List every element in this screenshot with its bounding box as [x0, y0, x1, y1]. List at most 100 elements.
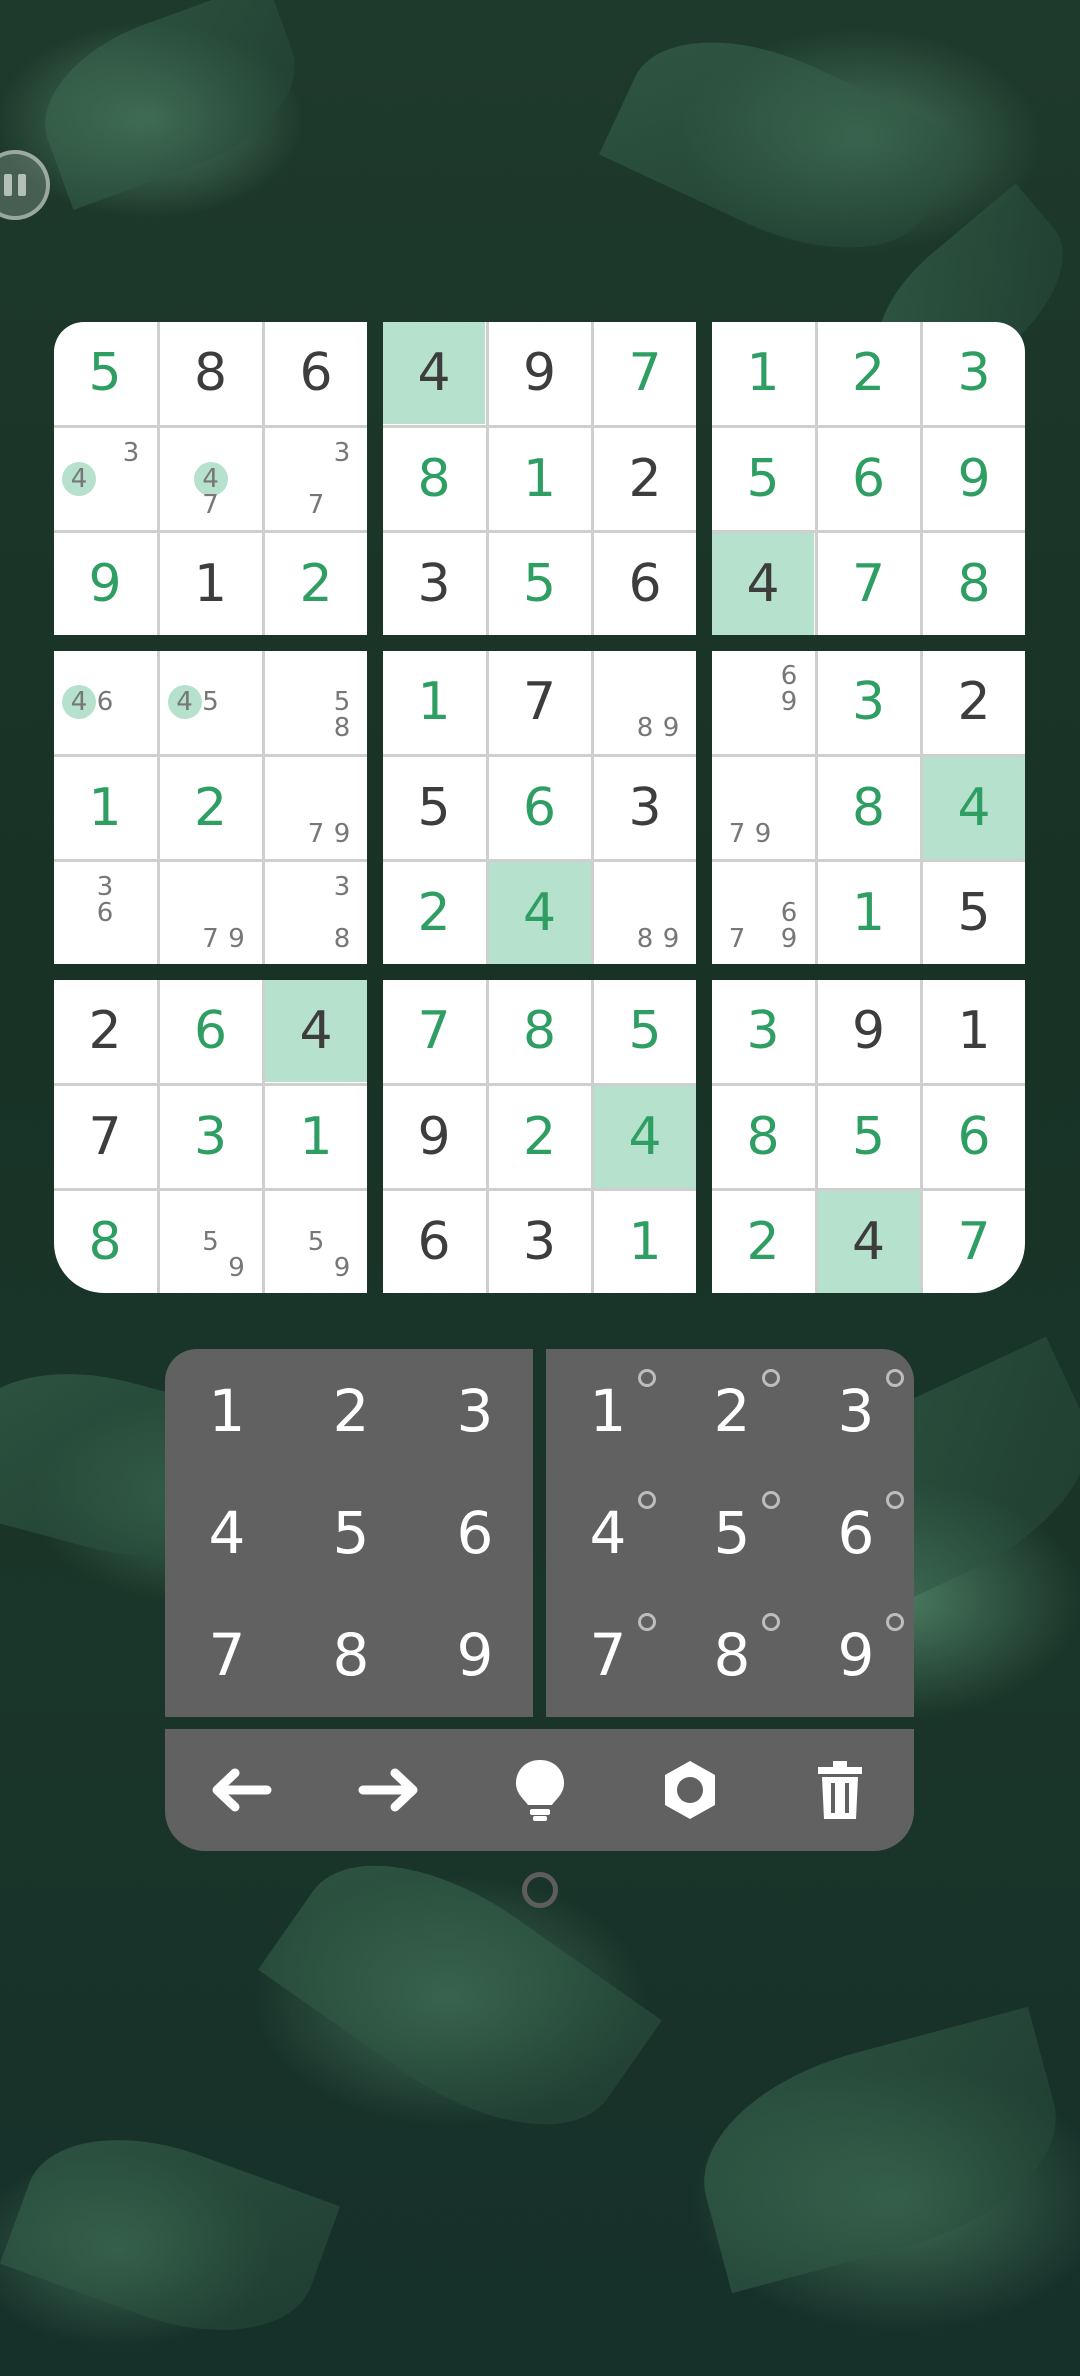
note-key-8[interactable]: 8: [670, 1593, 794, 1717]
sudoku-cell[interactable]: 4: [488, 862, 591, 964]
sudoku-cell[interactable]: 89: [594, 862, 696, 964]
sudoku-cell[interactable]: 6: [489, 757, 591, 859]
sudoku-cell[interactable]: 8: [160, 322, 262, 424]
sudoku-cell[interactable]: 46: [54, 651, 156, 753]
sudoku-cell[interactable]: 8: [923, 533, 1025, 635]
lightbulb-icon[interactable]: [490, 1740, 590, 1840]
sudoku-cell[interactable]: 9: [818, 980, 920, 1082]
sudoku-cell[interactable]: 79: [265, 757, 367, 859]
sudoku-cell[interactable]: 3: [594, 757, 696, 859]
sudoku-cell[interactable]: 9: [489, 322, 591, 424]
sudoku-cell[interactable]: 7: [489, 651, 591, 753]
note-key-7[interactable]: 7: [546, 1593, 670, 1717]
sudoku-cell[interactable]: 6: [594, 533, 696, 635]
sudoku-cell[interactable]: 59: [160, 1191, 262, 1293]
pause-button[interactable]: [0, 150, 50, 220]
sudoku-cell[interactable]: 8: [54, 1191, 156, 1293]
note-key-3[interactable]: 3: [794, 1349, 918, 1473]
sudoku-cell[interactable]: 2: [923, 651, 1025, 753]
number-key-6[interactable]: 6: [413, 1471, 537, 1595]
sudoku-cell[interactable]: 8: [712, 1086, 814, 1188]
sudoku-cell[interactable]: 79: [160, 862, 262, 964]
sudoku-cell[interactable]: 7: [818, 533, 920, 635]
sudoku-cell[interactable]: 1: [818, 862, 920, 964]
sudoku-cell[interactable]: 9: [383, 1086, 485, 1188]
sudoku-cell[interactable]: 1: [594, 1191, 696, 1293]
sudoku-cell[interactable]: 8: [818, 757, 920, 859]
sudoku-cell[interactable]: 4: [712, 533, 814, 635]
sudoku-cell[interactable]: 2: [265, 533, 367, 635]
sudoku-cell[interactable]: 45: [160, 651, 262, 753]
sudoku-cell[interactable]: 3: [923, 322, 1025, 424]
sudoku-cell[interactable]: 59: [265, 1191, 367, 1293]
trash-icon[interactable]: [790, 1740, 890, 1840]
sudoku-cell[interactable]: 1: [712, 322, 814, 424]
number-key-3[interactable]: 3: [413, 1349, 537, 1473]
sudoku-cell[interactable]: 58: [265, 651, 367, 753]
sudoku-cell[interactable]: 1: [489, 428, 591, 530]
sudoku-cell[interactable]: 7: [923, 1191, 1025, 1293]
sudoku-cell[interactable]: 3: [489, 1191, 591, 1293]
sudoku-cell[interactable]: 8: [383, 428, 485, 530]
number-key-7[interactable]: 7: [165, 1593, 289, 1717]
number-key-9[interactable]: 9: [413, 1593, 537, 1717]
sudoku-cell[interactable]: 1: [265, 1086, 367, 1188]
sudoku-cell[interactable]: 1: [923, 980, 1025, 1082]
sudoku-cell[interactable]: 6: [923, 1086, 1025, 1188]
note-key-5[interactable]: 5: [670, 1471, 794, 1595]
sudoku-cell[interactable]: 9: [923, 428, 1025, 530]
sudoku-cell[interactable]: 2: [712, 1191, 814, 1293]
sudoku-cell[interactable]: 6: [265, 322, 367, 424]
sudoku-cell[interactable]: 89: [594, 651, 696, 753]
sudoku-cell[interactable]: 5: [54, 322, 156, 424]
arrow-left-icon[interactable]: [190, 1740, 290, 1840]
sudoku-cell[interactable]: 2: [383, 862, 485, 964]
note-key-6[interactable]: 6: [794, 1471, 918, 1595]
sudoku-cell[interactable]: 1: [54, 757, 156, 859]
sudoku-cell[interactable]: 8: [489, 980, 591, 1082]
sudoku-cell[interactable]: 5: [383, 757, 485, 859]
sudoku-cell[interactable]: 37: [265, 428, 367, 530]
sudoku-cell[interactable]: 6: [383, 1191, 485, 1293]
sudoku-cell[interactable]: 7: [383, 980, 485, 1082]
number-key-2[interactable]: 2: [289, 1349, 413, 1473]
sudoku-cell[interactable]: 69: [712, 651, 814, 753]
sudoku-cell[interactable]: 47: [160, 428, 262, 530]
sudoku-cell[interactable]: 4: [594, 1085, 696, 1188]
gear-icon[interactable]: [640, 1740, 740, 1840]
sudoku-cell[interactable]: 2: [818, 322, 920, 424]
sudoku-cell[interactable]: 1: [160, 533, 262, 635]
number-key-1[interactable]: 1: [165, 1349, 289, 1473]
sudoku-cell[interactable]: 5: [818, 1086, 920, 1188]
sudoku-cell[interactable]: 4: [817, 1191, 920, 1293]
sudoku-cell[interactable]: 5: [489, 533, 591, 635]
sudoku-cell[interactable]: 5: [594, 980, 696, 1082]
sudoku-cell[interactable]: 79: [712, 757, 814, 859]
sudoku-cell[interactable]: 43: [54, 428, 156, 530]
sudoku-cell[interactable]: 6: [818, 428, 920, 530]
number-key-4[interactable]: 4: [165, 1471, 289, 1595]
number-key-8[interactable]: 8: [289, 1593, 413, 1717]
sudoku-cell[interactable]: 2: [54, 980, 156, 1082]
note-key-9[interactable]: 9: [794, 1593, 918, 1717]
sudoku-cell[interactable]: 6: [160, 980, 262, 1082]
note-key-2[interactable]: 2: [670, 1349, 794, 1473]
sudoku-cell[interactable]: 2: [160, 757, 262, 859]
sudoku-cell[interactable]: 3: [818, 651, 920, 753]
sudoku-cell[interactable]: 3: [160, 1086, 262, 1188]
home-indicator[interactable]: [522, 1872, 558, 1908]
note-key-1[interactable]: 1: [546, 1349, 670, 1473]
sudoku-cell[interactable]: 1: [383, 651, 485, 753]
sudoku-cell[interactable]: 7: [594, 322, 696, 424]
number-key-5[interactable]: 5: [289, 1471, 413, 1595]
sudoku-cell[interactable]: 36: [54, 862, 156, 964]
sudoku-cell[interactable]: 9: [54, 533, 156, 635]
sudoku-cell[interactable]: 4: [923, 756, 1025, 859]
arrow-right-icon[interactable]: [340, 1740, 440, 1840]
note-key-4[interactable]: 4: [546, 1471, 670, 1595]
sudoku-cell[interactable]: 2: [489, 1086, 591, 1188]
sudoku-cell[interactable]: 3: [383, 533, 485, 635]
sudoku-cell[interactable]: 5: [923, 862, 1025, 964]
sudoku-cell[interactable]: 4: [265, 980, 367, 1082]
sudoku-cell[interactable]: 7: [54, 1086, 156, 1188]
